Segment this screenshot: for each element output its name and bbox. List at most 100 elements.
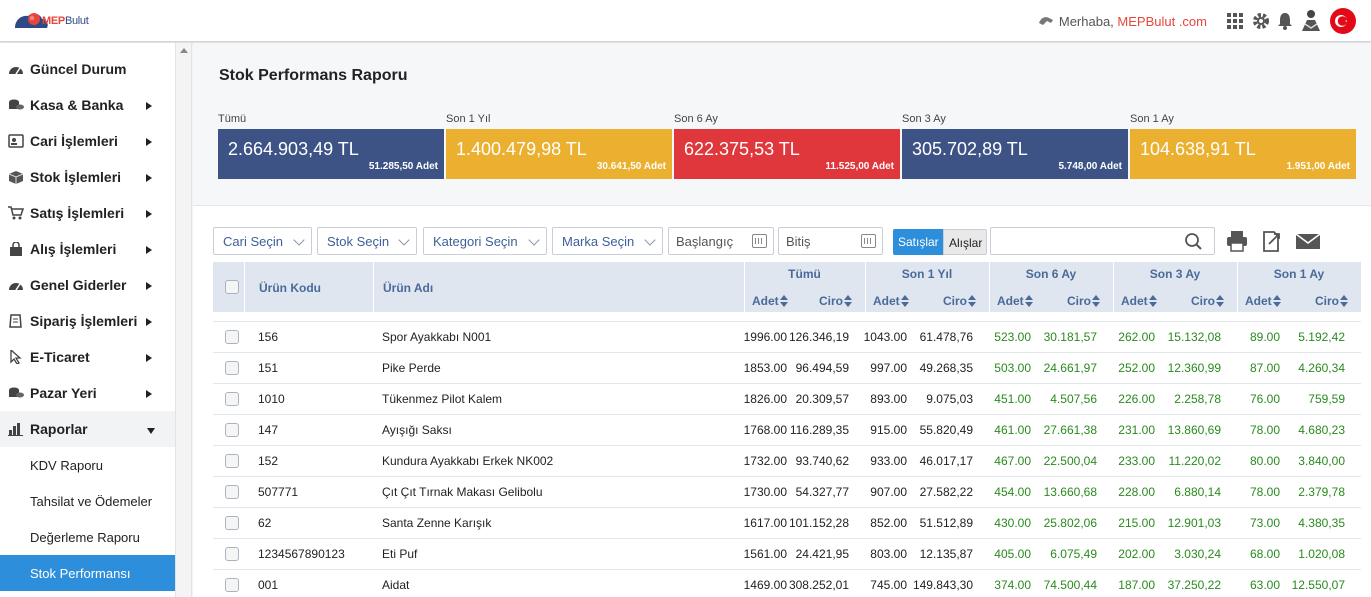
kategori-select[interactable]: Kategori Seçin: [423, 227, 547, 255]
select-all-checkbox[interactable]: [225, 280, 239, 294]
cell-name[interactable]: Spor Ayakkabı N001: [382, 330, 491, 344]
bell-icon[interactable]: [1275, 11, 1295, 31]
sidebar-item-kasa-banka[interactable]: Kasa & Banka: [0, 87, 175, 123]
cell-name[interactable]: Aidat: [382, 578, 409, 592]
turkey-flag-icon[interactable]: [1330, 8, 1356, 34]
cell-qty: 803.00: [870, 547, 907, 561]
cell-revenue: 13.660,68: [1043, 485, 1097, 499]
col-header-revenue[interactable]: Ciro: [1191, 294, 1224, 308]
col-group-header: Son 3 Ay: [1149, 267, 1201, 281]
cell-qty: 89.00: [1249, 330, 1280, 344]
summary-caption: Son 1 Yıl: [446, 113, 491, 125]
sales-toggle-button[interactable]: Satışlar: [893, 229, 943, 255]
sort-icon[interactable]: [1216, 295, 1224, 307]
sidebar-item-raporlar[interactable]: Raporlar: [0, 411, 175, 447]
sidebar-subitem-kdv-raporu[interactable]: KDV Raporu: [0, 447, 175, 483]
row-checkbox[interactable]: [225, 485, 239, 499]
sort-icon[interactable]: [844, 295, 852, 307]
cell-revenue: 55.820,49: [919, 423, 973, 437]
calendar-icon[interactable]: [752, 234, 767, 248]
print-icon[interactable]: [1225, 229, 1249, 253]
col-header-qty[interactable]: Adet: [873, 294, 909, 308]
col-header-name[interactable]: Ürün Adı: [383, 281, 433, 295]
cell-code: 001: [258, 578, 279, 592]
row-checkbox[interactable]: [225, 578, 239, 592]
cell-revenue: 37.250,22: [1167, 578, 1221, 592]
sidebar-subitem-tahsilat-odemeler[interactable]: Tahsilat ve Ödemeler: [0, 483, 175, 519]
cell-name[interactable]: Kundura Ayakkabı Erkek NK002: [382, 454, 553, 468]
scroll-up-arrow-icon[interactable]: [180, 48, 188, 53]
sidebar-item-pazar-yeri[interactable]: Pazar Yeri: [0, 375, 175, 411]
apps-grid-icon[interactable]: [1225, 11, 1245, 31]
cart-icon: [8, 206, 24, 220]
cell-qty: 1853.00: [743, 361, 787, 375]
cell-qty: 1561.00: [743, 547, 787, 561]
sidebar-item-genel-giderler[interactable]: Genel Giderler: [0, 267, 175, 303]
start-date-input[interactable]: Başlangıç: [668, 227, 774, 255]
search-icon[interactable]: [1185, 233, 1202, 250]
cell-qty: 262.00: [1118, 330, 1155, 344]
gear-icon[interactable]: [1251, 11, 1271, 31]
cell-name[interactable]: Ayışığı Saksı: [382, 423, 452, 437]
row-checkbox[interactable]: [225, 392, 239, 406]
col-header-revenue[interactable]: Ciro: [819, 294, 852, 308]
cell-qty: 1043.00: [863, 330, 907, 344]
sidebar-item-satis-islemleri[interactable]: Satış İşlemleri: [0, 195, 175, 231]
row-checkbox[interactable]: [225, 423, 239, 437]
col-header-qty[interactable]: Adet: [1245, 294, 1281, 308]
row-checkbox[interactable]: [225, 361, 239, 375]
col-header-qty-label: Adet: [873, 294, 900, 308]
row-checkbox[interactable]: [225, 516, 239, 530]
sidebar-scrollbar[interactable]: [175, 43, 192, 597]
row-checkbox[interactable]: [225, 454, 239, 468]
cell-name[interactable]: Çıt Çıt Tırnak Makası Gelibolu: [382, 485, 543, 499]
sort-icon[interactable]: [1024, 295, 1033, 307]
col-header-revenue[interactable]: Ciro: [1315, 294, 1348, 308]
col-header-qty[interactable]: Adet: [997, 294, 1033, 308]
sort-icon[interactable]: [779, 295, 788, 307]
col-header-revenue[interactable]: Ciro: [943, 294, 976, 308]
search-lens-wrapper: [1185, 233, 1202, 250]
sort-icon[interactable]: [900, 295, 909, 307]
cell-name[interactable]: Pike Perde: [382, 361, 441, 375]
sidebar-item-siparis-islemleri[interactable]: Sipariş İşlemleri: [0, 303, 175, 339]
sort-icon[interactable]: [1340, 295, 1348, 307]
sort-icon[interactable]: [1148, 295, 1157, 307]
mail-icon[interactable]: [1295, 229, 1321, 253]
cell-qty: 503.00: [994, 361, 1031, 375]
row-checkbox[interactable]: [225, 330, 239, 344]
col-header-qty[interactable]: Adet: [1121, 294, 1157, 308]
col-header-code[interactable]: Ürün Kodu: [259, 281, 321, 295]
stok-select[interactable]: Stok Seçin: [317, 227, 417, 255]
sort-icon[interactable]: [1092, 295, 1100, 307]
cell-revenue: 74.500,44: [1043, 578, 1097, 592]
sidebar-item-stok-islemleri[interactable]: Stok İşlemleri: [0, 159, 175, 195]
chevron-down-icon: [528, 234, 540, 246]
cell-name[interactable]: Santa Zenne Karışık: [382, 516, 491, 530]
calendar-icon[interactable]: [861, 234, 876, 248]
col-header-revenue[interactable]: Ciro: [1067, 294, 1100, 308]
sidebar-subitem-degerleme-raporu[interactable]: Değerleme Raporu: [0, 519, 175, 555]
sidebar-item-alis-islemleri[interactable]: Alış İşlemleri: [0, 231, 175, 267]
cell-name[interactable]: Tükenmez Pilot Kalem: [382, 392, 502, 406]
sidebar-item-e-ticaret[interactable]: E-Ticaret: [0, 339, 175, 375]
sidebar-item-guncel-durum[interactable]: Güncel Durum: [0, 51, 175, 87]
cari-select[interactable]: Cari Seçin: [213, 227, 312, 255]
user-name[interactable]: MEPBulut .com: [1117, 14, 1207, 29]
end-date-input[interactable]: Bitiş: [778, 227, 883, 255]
cell-revenue: 12.135,87: [919, 547, 973, 561]
purchases-toggle-button[interactable]: Alışlar: [943, 229, 987, 255]
cell-qty: 745.00: [870, 578, 907, 592]
col-header-qty[interactable]: Adet: [752, 294, 788, 308]
user-silhouette-icon[interactable]: [1299, 8, 1323, 32]
sort-icon[interactable]: [1272, 295, 1281, 307]
marka-select[interactable]: Marka Seçin: [552, 227, 663, 255]
sort-icon[interactable]: [968, 295, 976, 307]
row-checkbox[interactable]: [225, 547, 239, 561]
sidebar-subitem-stok-performansi[interactable]: Stok Performansı: [0, 555, 175, 591]
export-icon[interactable]: [1260, 229, 1284, 253]
cell-qty: 933.00: [870, 454, 907, 468]
cell-name[interactable]: Eti Puf: [382, 547, 417, 561]
sidebar-item-cari-islemleri[interactable]: Cari İşlemleri: [0, 123, 175, 159]
col-group-header: Tümü: [788, 267, 821, 281]
